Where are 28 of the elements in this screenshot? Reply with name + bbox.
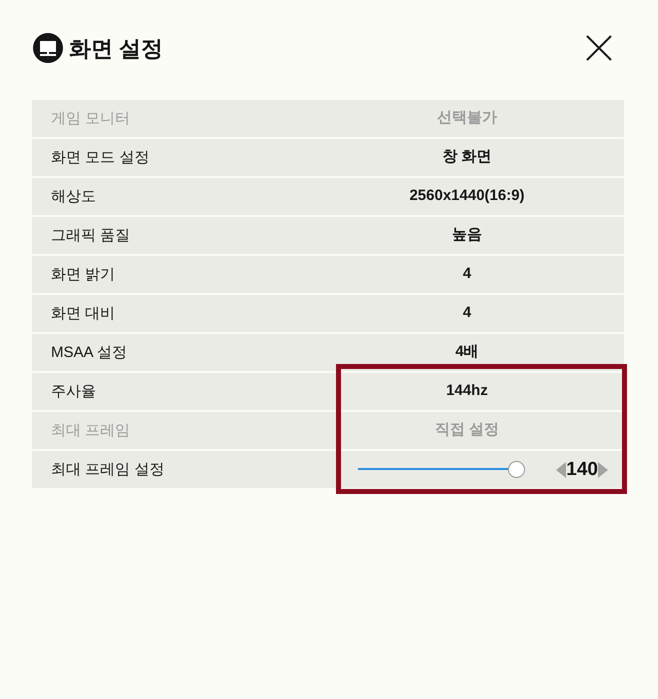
setting-label: 게임 모니터 <box>51 110 130 126</box>
right-triangle-icon[interactable] <box>598 462 608 478</box>
setting-value[interactable]: 4 <box>462 302 472 325</box>
setting-value[interactable]: 4배 <box>455 341 479 364</box>
left-triangle-icon[interactable] <box>556 462 566 478</box>
setting-value[interactable]: 2560x1440(16:9) <box>409 185 525 208</box>
setting-label: 최대 프레임 <box>51 422 130 438</box>
setting-label: 그래픽 품질 <box>51 226 130 244</box>
window-title: 화면 설정 <box>69 34 164 62</box>
slider-track[interactable] <box>358 461 524 478</box>
setting-label: 주사율 <box>51 382 96 400</box>
setting-value[interactable]: 144hz <box>446 380 488 403</box>
monitor-icon <box>33 33 63 63</box>
setting-label: MSAA 설정 <box>51 344 127 360</box>
close-icon <box>586 35 612 61</box>
setting-value[interactable]: 4 <box>462 263 472 286</box>
setting-value: 선택불가 <box>437 108 497 128</box>
setting-value[interactable]: 창 화면 <box>442 146 492 169</box>
setting-value[interactable]: 높음 <box>452 224 482 247</box>
setting-label: 화면 모드 설정 <box>51 148 150 166</box>
setting-label: 화면 밝기 <box>51 266 116 282</box>
setting-label: 해상도 <box>51 188 96 204</box>
close-button[interactable] <box>585 34 613 62</box>
slider-thumb[interactable] <box>508 461 525 478</box>
setting-value: 직접 설정 <box>434 420 500 440</box>
slider-reading: 140 <box>566 460 598 479</box>
setting-label: 최대 프레임 설정 <box>51 460 164 478</box>
setting-label: 화면 대비 <box>51 304 116 322</box>
